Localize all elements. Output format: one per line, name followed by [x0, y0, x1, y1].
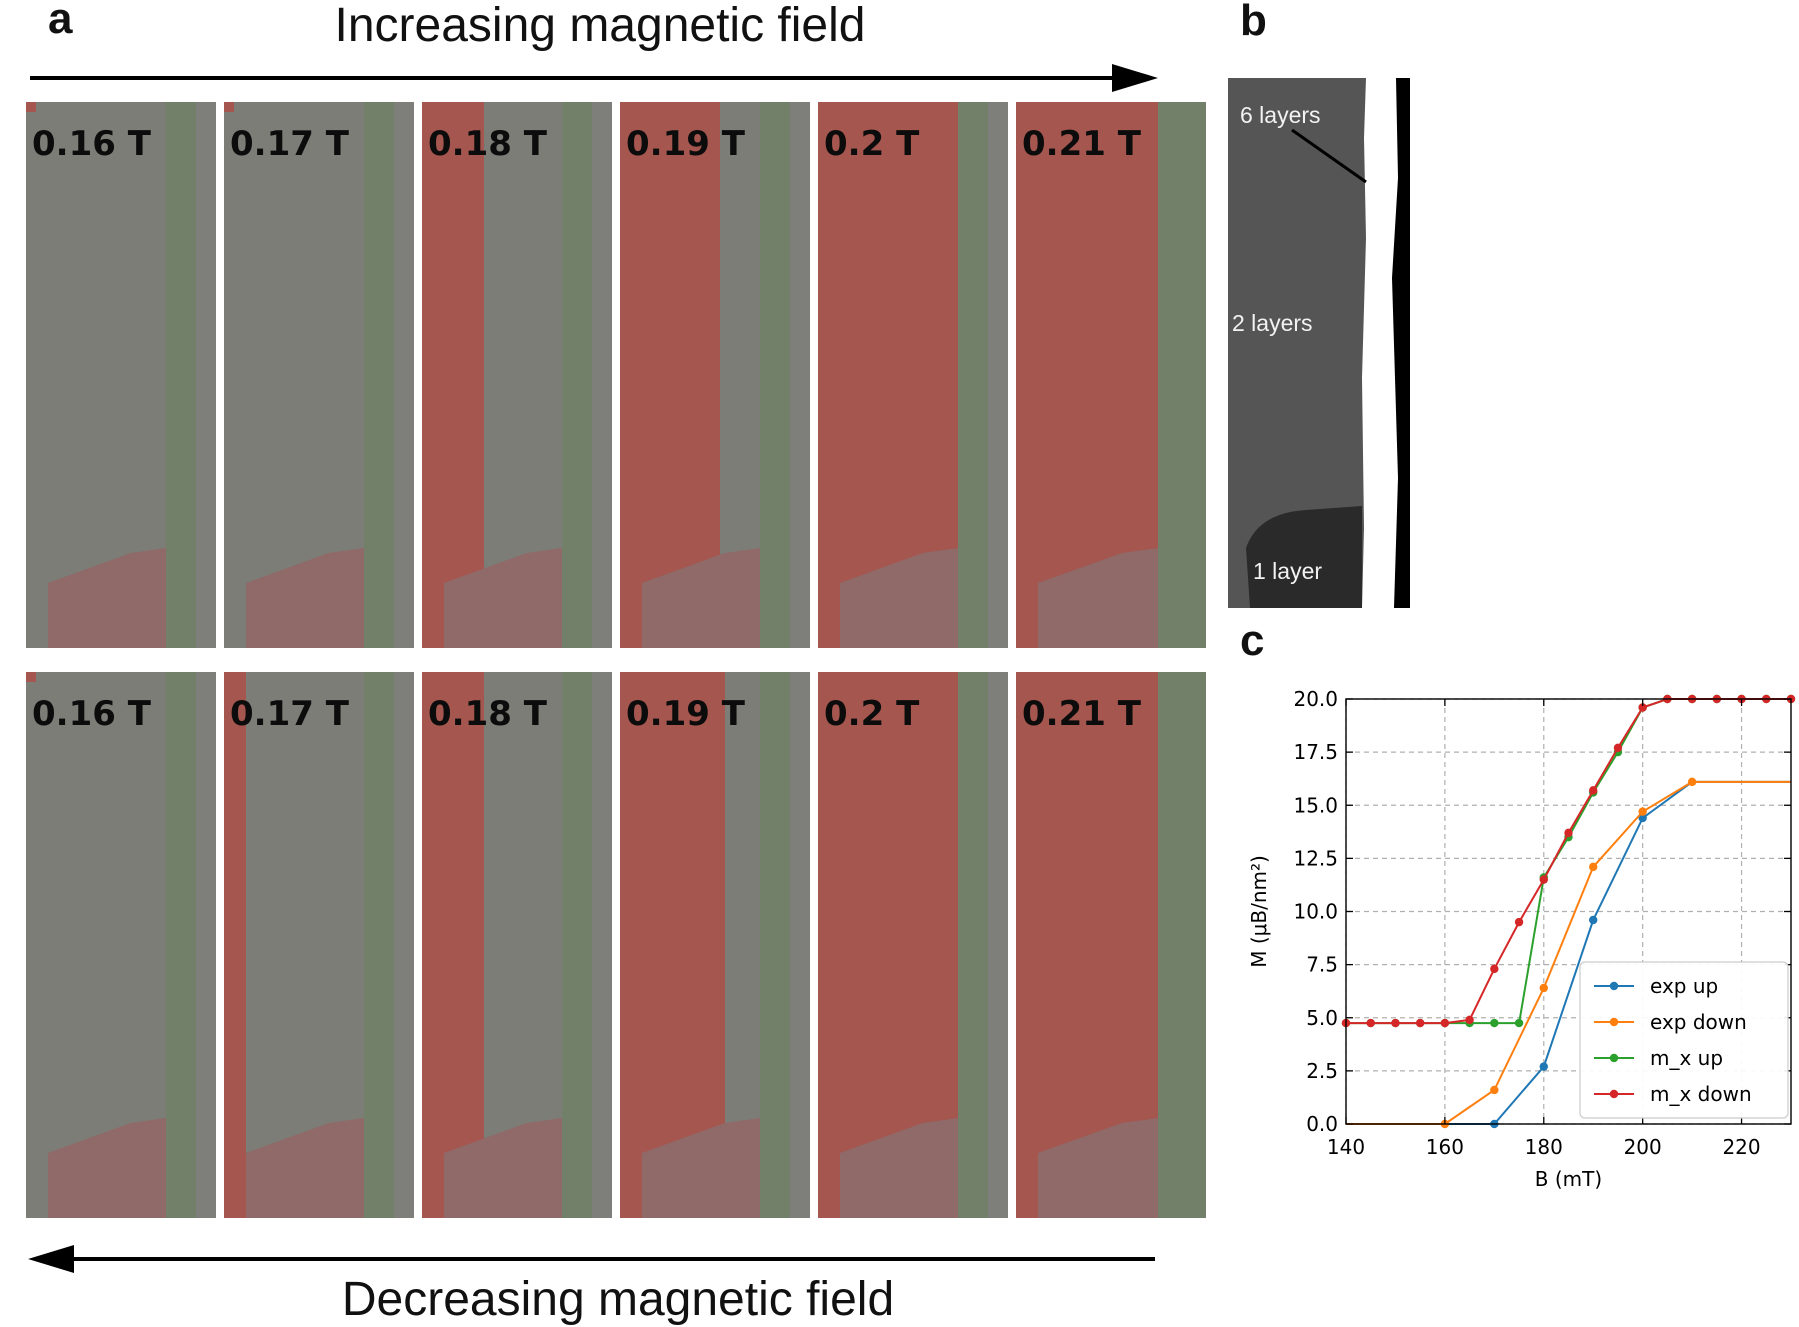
data-point [1490, 964, 1499, 974]
x-tick-label: 140 [1327, 1135, 1365, 1159]
field-label: 0.16 T [32, 694, 151, 734]
data-point [1366, 1018, 1375, 1028]
decreasing-arrow-head [28, 1245, 74, 1273]
data-point [1539, 1062, 1548, 1071]
increasing-field-title: Increasing magnetic field [334, 0, 866, 52]
y-tick-label: 0.0 [1306, 1112, 1338, 1136]
one-layer-label: 1 layer [1253, 558, 1323, 584]
legend-swatch-marker [1609, 1017, 1619, 1027]
data-point [1465, 1015, 1474, 1025]
increasing-arrow-line [30, 76, 1140, 80]
legend-swatch-marker [1609, 981, 1619, 991]
field-panel-top-5: 0.21 T [1016, 102, 1206, 648]
panel-label-a: a [48, 0, 73, 43]
data-point [1391, 1018, 1400, 1028]
field-panel-top-2: 0.18 T [422, 102, 612, 648]
data-point [1613, 743, 1623, 753]
data-point [1490, 1085, 1499, 1095]
field-label: 0.18 T [428, 124, 547, 164]
magnetization-chart: 140 160 180 200 220 0.0 2.5 5.0 7.5 10.0 12.5 15.0 1… [1247, 687, 1796, 1191]
y-tick-label: 2.5 [1306, 1059, 1338, 1083]
y-tick-label: 10.0 [1293, 900, 1338, 924]
data-point [1539, 875, 1548, 884]
field-label: 0.18 T [428, 694, 547, 734]
x-axis-label: B (mT) [1535, 1167, 1602, 1191]
data-point [1490, 1018, 1499, 1028]
field-label: 0.17 T [230, 124, 349, 164]
field-panel-bottom-0: 0.16 T [26, 672, 216, 1218]
panel-label-b: b [1240, 0, 1267, 45]
two-layers-label: 2 layers [1232, 310, 1313, 336]
y-tick-label: 17.5 [1293, 740, 1338, 764]
legend-label: m_x down [1650, 1082, 1752, 1106]
data-point [1440, 1018, 1450, 1028]
data-point [1687, 777, 1697, 787]
field-label: 0.19 T [626, 124, 745, 164]
x-tick-label: 160 [1426, 1135, 1464, 1159]
y-tick-label: 5.0 [1306, 1006, 1338, 1030]
legend-label: m_x up [1650, 1046, 1723, 1070]
field-panel-top-0: 0.16 T [26, 102, 216, 648]
data-point [1589, 862, 1598, 872]
field-panel-top-1: 0.17 T [224, 102, 414, 648]
data-point [1539, 983, 1548, 993]
y-tick-label: 20.0 [1293, 687, 1338, 711]
data-point [1589, 915, 1598, 925]
legend-label: exp down [1650, 1010, 1747, 1034]
data-point [1564, 828, 1573, 838]
field-label: 0.2 T [824, 694, 920, 734]
x-tick-label: 180 [1525, 1135, 1563, 1159]
field-panel-bottom-1: 0.17 T [224, 672, 414, 1218]
field-panel-bottom-2: 0.18 T [422, 672, 612, 1218]
six-layer-strip [1392, 78, 1410, 608]
x-tick-label: 220 [1722, 1135, 1760, 1159]
field-panel-top-3: 0.19 T [620, 102, 810, 648]
data-point [1514, 917, 1524, 927]
data-point [1415, 1018, 1425, 1028]
field-label: 0.19 T [626, 694, 745, 734]
legend-swatch-marker [1609, 1053, 1619, 1063]
data-point [1589, 786, 1598, 795]
y-tick-label: 15.0 [1293, 793, 1338, 817]
six-layers-label: 6 layers [1240, 102, 1321, 128]
y-tick-label: 7.5 [1306, 953, 1338, 977]
y-tick-label: 12.5 [1293, 846, 1338, 870]
field-label: 0.21 T [1022, 124, 1141, 164]
field-label: 0.16 T [32, 124, 151, 164]
field-label: 0.21 T [1022, 694, 1141, 734]
field-panel-bottom-4: 0.2 T [818, 672, 1008, 1218]
data-point [1638, 807, 1647, 816]
legend-swatch-marker [1609, 1089, 1619, 1099]
field-label: 0.2 T [824, 124, 920, 164]
layer-structure-image [1228, 78, 1410, 608]
increasing-arrow-head [1112, 64, 1158, 92]
data-point [1514, 1018, 1524, 1028]
field-panel-bottom-3: 0.19 T [620, 672, 810, 1218]
x-tick-label: 200 [1624, 1135, 1662, 1159]
field-panel-bottom-5: 0.21 T [1016, 672, 1206, 1218]
y-axis-label: M (μB/nm²) [1247, 855, 1271, 968]
field-panel-top-4: 0.2 T [818, 102, 1008, 648]
decreasing-field-title: Decreasing magnetic field [341, 1273, 895, 1326]
decreasing-arrow-line [60, 1257, 1155, 1261]
legend-label: exp up [1650, 974, 1718, 998]
field-label: 0.17 T [230, 694, 349, 734]
